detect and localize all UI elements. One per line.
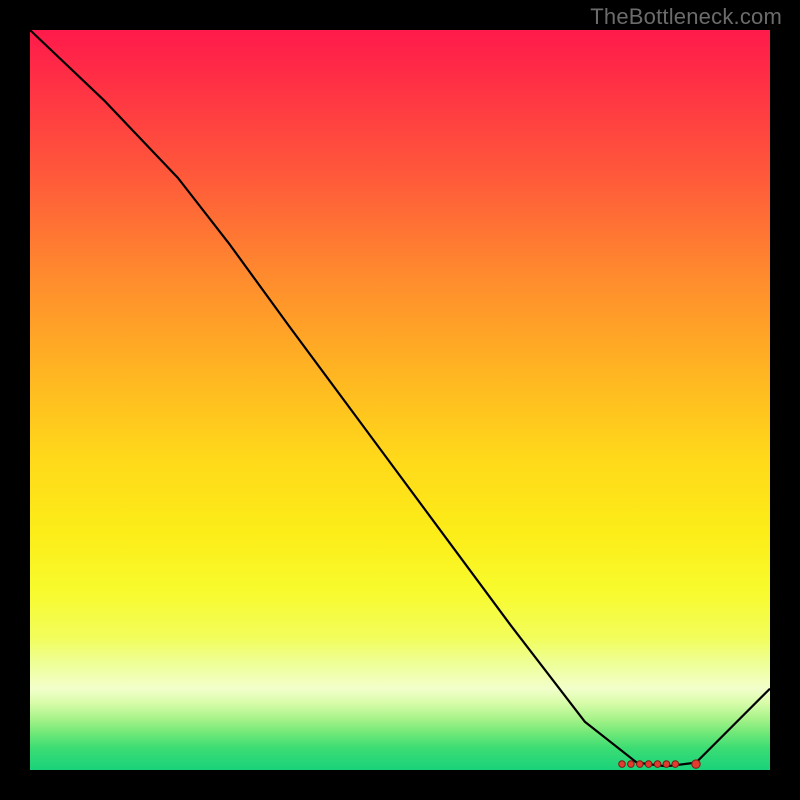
data-marker [628,761,635,768]
chart-frame: TheBottleneck.com [0,0,800,800]
chart-overlay-svg [30,30,770,770]
data-marker [645,761,652,768]
data-line [30,30,770,766]
data-marker [637,761,644,768]
data-marker [619,761,626,768]
plot-area [30,30,770,770]
data-marker [663,761,670,768]
data-marker [654,761,661,768]
data-marker [672,761,679,768]
data-marker [692,760,700,768]
watermark-text: TheBottleneck.com [590,4,782,30]
